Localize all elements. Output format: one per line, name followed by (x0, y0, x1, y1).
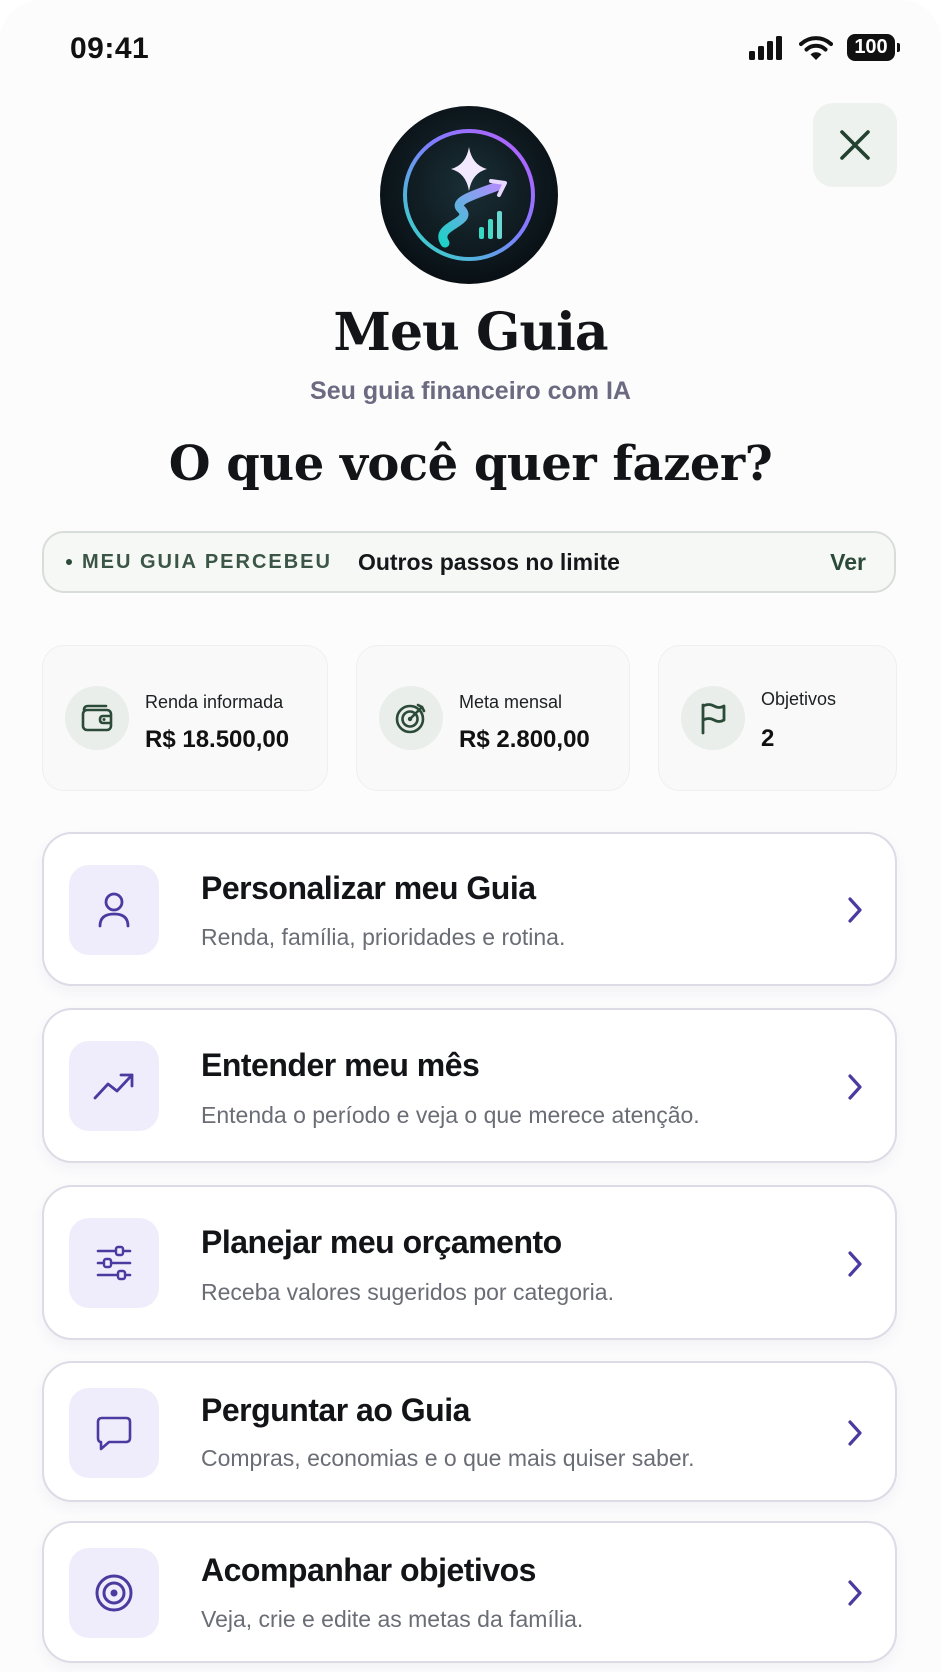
close-button[interactable] (813, 103, 897, 187)
wifi-icon (799, 35, 833, 60)
action-understand-month[interactable]: Entender meu mês Entenda o período e vej… (42, 1008, 897, 1163)
insight-text: Outros passos no limite (357, 548, 620, 575)
stat-label: Objetivos (761, 689, 837, 709)
sliders-icon (69, 1218, 159, 1308)
stat-value: 2 (761, 725, 775, 752)
action-description: Entenda o período e veja o que merece at… (201, 1102, 700, 1128)
action-title: Personalizar meu Guia (201, 870, 536, 906)
chevron-right-icon (848, 1251, 862, 1277)
action-plan-budget[interactable]: Planejar meu orçamento Receba valores su… (42, 1185, 897, 1340)
stat-value: R$ 18.500,00 (145, 726, 290, 753)
action-description: Renda, família, prioridades e rotina. (201, 924, 566, 950)
stat-label: Meta mensal (459, 692, 563, 712)
status-bar: 09:41 100 (0, 0, 941, 100)
battery-icon: 100 (847, 34, 900, 61)
action-ask-guide[interactable]: Perguntar ao Guia Compras, economias e o… (42, 1361, 897, 1502)
action-description: Compras, economias e o que mais quiser s… (201, 1445, 695, 1471)
chevron-right-icon (848, 897, 862, 923)
action-personalize-guide[interactable]: Personalizar meu Guia Renda, família, pr… (42, 832, 897, 986)
status-icons: 100 (749, 34, 900, 61)
chevron-right-icon (848, 1074, 862, 1100)
flag-icon (681, 686, 745, 750)
stat-value: R$ 2.800,00 (459, 726, 590, 753)
chevron-right-icon (848, 1580, 862, 1606)
action-title: Planejar meu orçamento (201, 1224, 562, 1260)
close-icon (840, 130, 870, 160)
action-title: Acompanhar objetivos (201, 1552, 536, 1588)
meu-guia-logo (380, 106, 558, 284)
stat-label: Renda informada (145, 692, 284, 712)
target-icon (379, 686, 443, 750)
action-description: Receba valores sugeridos por categoria. (201, 1279, 614, 1305)
stat-card-goals: Objetivos 2 (658, 645, 897, 791)
user-icon (69, 865, 159, 955)
insight-dot (66, 559, 72, 565)
question-heading: O que você quer fazer? (168, 436, 773, 492)
trend-up-icon (69, 1041, 159, 1131)
stat-card-income: Renda informada R$ 18.500,00 (42, 645, 328, 791)
meu-guia-screen: 09:41 100 Meu Guia Seu guia financeiro c… (0, 0, 941, 1672)
app-title: Meu Guia (333, 302, 608, 363)
chat-icon (69, 1388, 159, 1478)
app-subtitle: Seu guia financeiro com IA (310, 377, 631, 405)
action-title: Perguntar ao Guia (201, 1392, 470, 1428)
wallet-icon (65, 686, 129, 750)
status-time: 09:41 (70, 32, 150, 65)
goal-target-icon (69, 1548, 159, 1638)
action-description: Veja, crie e edite as metas da família. (201, 1606, 584, 1632)
insight-view-link[interactable]: Ver (830, 549, 866, 576)
insight-banner[interactable]: MEU GUIA PERCEBEU Outros passos no limit… (42, 531, 896, 593)
action-title: Entender meu mês (201, 1047, 480, 1083)
insight-tag: MEU GUIA PERCEBEU (82, 550, 332, 573)
chevron-right-icon (848, 1420, 862, 1446)
action-track-goals[interactable]: Acompanhar objetivos Veja, crie e edite … (42, 1521, 897, 1663)
stat-card-monthly-goal: Meta mensal R$ 2.800,00 (356, 645, 630, 791)
cellular-signal-icon (749, 35, 782, 60)
